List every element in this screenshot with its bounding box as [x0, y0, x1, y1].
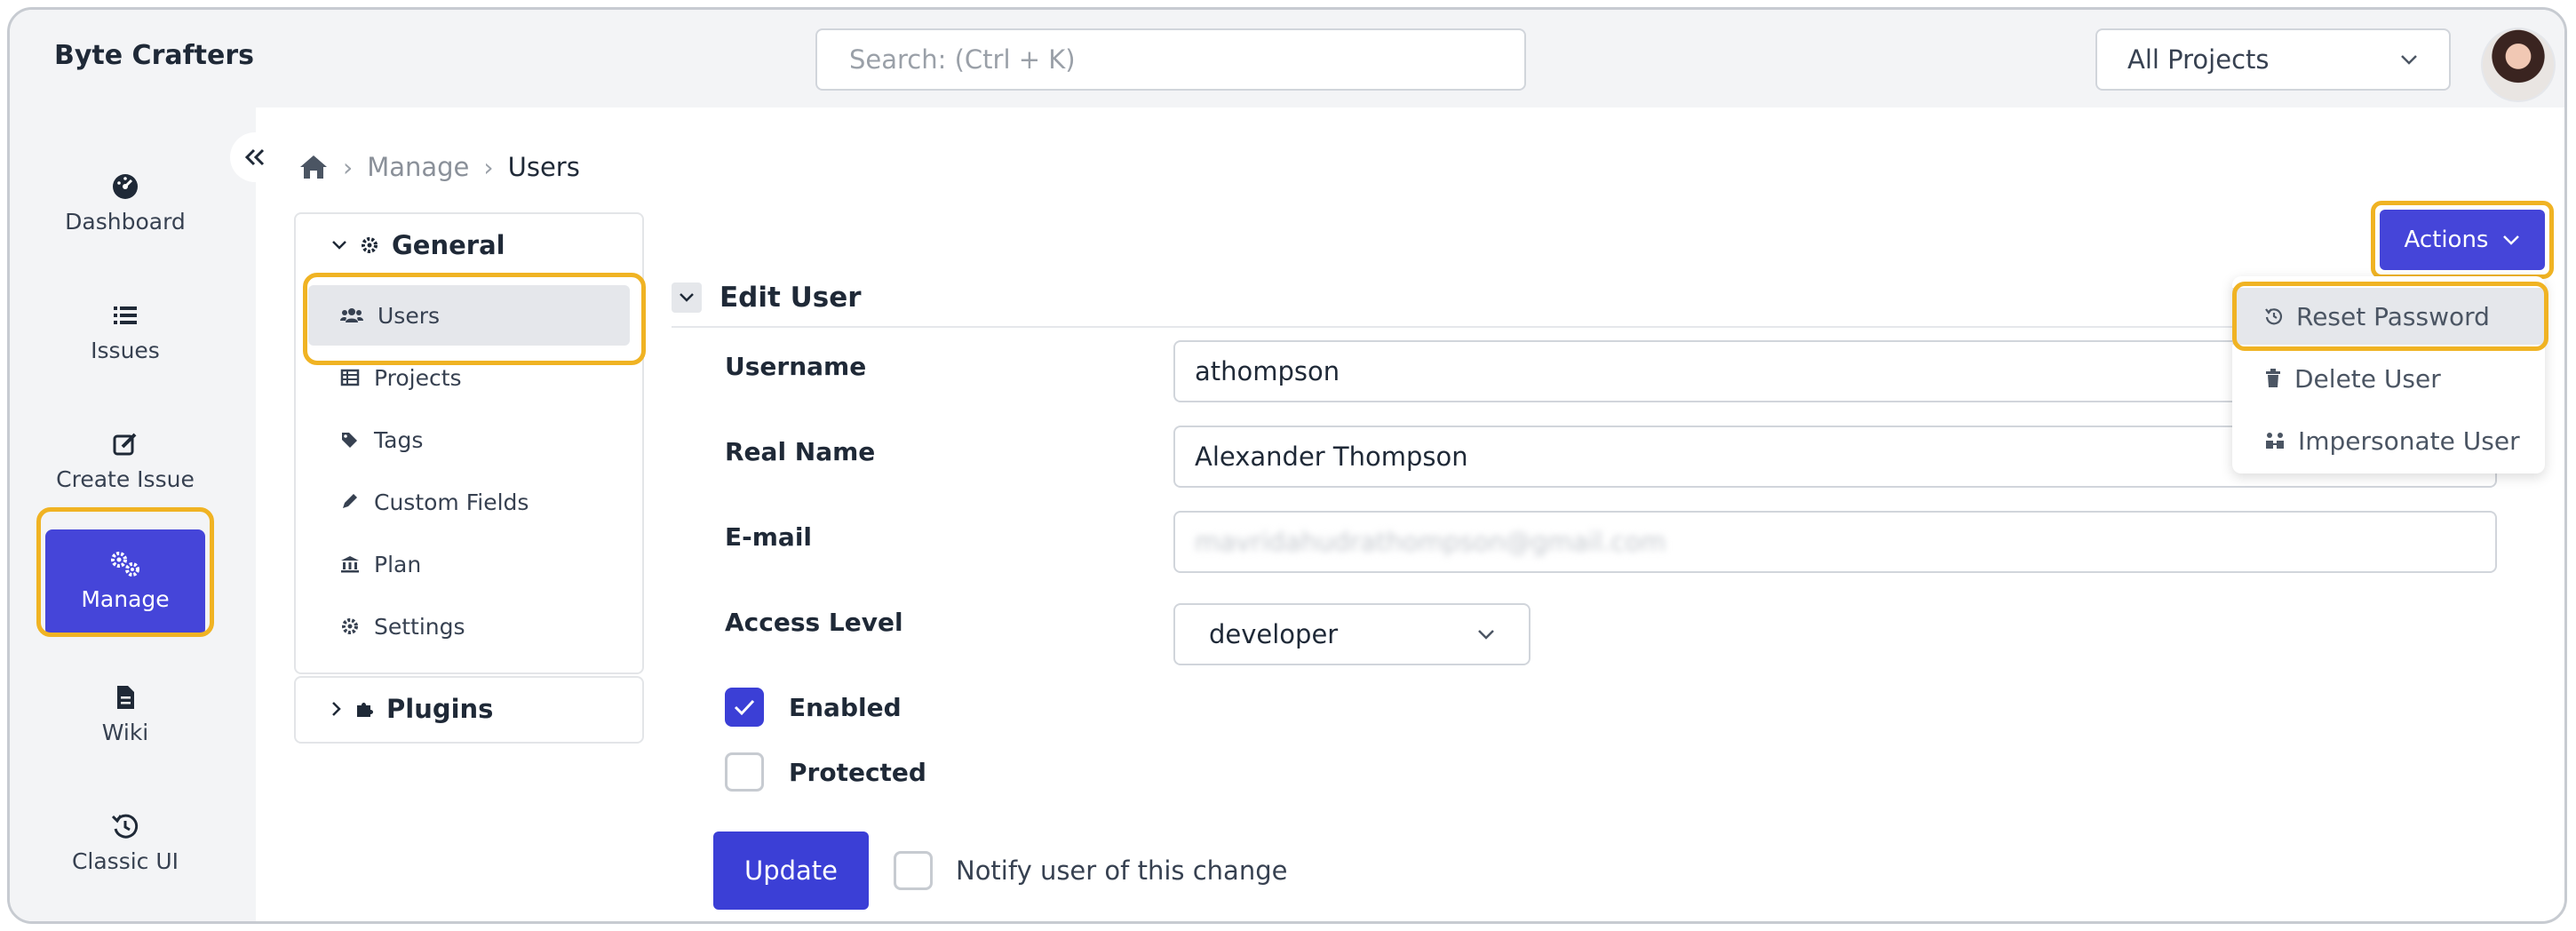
- gear-icon: [340, 617, 360, 636]
- double-chevron-left-icon: [243, 147, 266, 167]
- enabled-checkbox[interactable]: [725, 688, 764, 727]
- menu-item-impersonate-user[interactable]: Impersonate User: [2232, 412, 2545, 469]
- section-plugins-toggle[interactable]: Plugins: [331, 694, 493, 724]
- protected-label: Protected: [789, 757, 926, 787]
- breadcrumb-users: Users: [507, 152, 580, 182]
- sidebar-item-settings[interactable]: Settings: [308, 596, 630, 656]
- brand-name: Byte Crafters: [54, 40, 254, 71]
- menu-item-label: Impersonate User: [2298, 426, 2520, 456]
- chevron-down-icon: [672, 282, 702, 313]
- puzzle-icon: [354, 699, 374, 719]
- sidebar-item-label: Projects: [374, 364, 462, 391]
- highlight-outline: [303, 273, 646, 365]
- section-plugins-label: Plugins: [386, 694, 494, 724]
- file-icon: [45, 682, 205, 712]
- breadcrumb: › Manage › Users: [298, 152, 580, 182]
- sidebar-item-label: Plan: [374, 551, 422, 577]
- bank-icon: [340, 555, 360, 573]
- notify-checkbox-row[interactable]: Notify user of this change: [894, 851, 1287, 890]
- edit-user-header[interactable]: Edit User: [672, 282, 862, 314]
- project-select[interactable]: All Projects: [2095, 28, 2451, 91]
- pencil-icon: [340, 493, 360, 511]
- nav-label: Classic UI: [71, 848, 179, 874]
- section-general-toggle[interactable]: General: [331, 230, 505, 260]
- nav-classic-ui[interactable]: Classic UI: [45, 792, 205, 898]
- list-icon: [45, 300, 205, 330]
- sidebar-item-label: Settings: [374, 613, 465, 640]
- nav-dashboard[interactable]: Dashboard: [45, 152, 205, 259]
- highlight-outline: [2232, 282, 2548, 351]
- protected-checkbox-row[interactable]: Protected: [725, 752, 926, 792]
- home-icon[interactable]: [298, 154, 329, 180]
- chevron-down-icon: [2399, 53, 2419, 66]
- trash-icon: [2264, 369, 2282, 388]
- highlight-outline: [2371, 201, 2554, 279]
- sidebar-item-label: Tags: [374, 426, 424, 453]
- nav-label: Issues: [91, 338, 160, 363]
- divider: [672, 326, 2501, 328]
- project-select-value: All Projects: [2127, 44, 2270, 75]
- avatar[interactable]: [2481, 28, 2556, 102]
- menu-item-label: Delete User: [2294, 363, 2441, 394]
- notify-checkbox[interactable]: [894, 851, 933, 890]
- user-switch-icon: [2264, 431, 2286, 450]
- nav-create-issue[interactable]: Create Issue: [45, 410, 205, 516]
- chevron-right-icon: ›: [483, 152, 494, 182]
- history-icon: [45, 811, 205, 841]
- email-field[interactable]: mavridahudrathompson@gmail.com: [1173, 511, 2497, 573]
- gear-icon: [360, 235, 379, 255]
- chevron-down-icon: [331, 240, 347, 251]
- menu-item-delete-user[interactable]: Delete User: [2232, 350, 2545, 407]
- sidebar-item-custom-fields[interactable]: Custom Fields: [308, 472, 630, 532]
- tags-icon: [340, 431, 360, 449]
- sidebar-item-plan[interactable]: Plan: [308, 534, 630, 594]
- edit-user-title: Edit User: [720, 282, 862, 314]
- access-level-value: developer: [1209, 619, 1339, 649]
- table-icon: [340, 369, 360, 386]
- top-bar: Byte Crafters Search: (Ctrl + K) All Pro…: [10, 10, 2564, 107]
- realname-label: Real Name: [725, 437, 876, 466]
- collapse-sidebar-button[interactable]: [230, 132, 280, 182]
- enabled-label: Enabled: [789, 692, 902, 722]
- section-general-label: General: [392, 230, 505, 260]
- access-level-label: Access Level: [725, 608, 903, 637]
- plugins-panel: Plugins: [294, 676, 644, 744]
- protected-checkbox[interactable]: [725, 752, 764, 792]
- chevron-right-icon: ›: [343, 152, 354, 182]
- edit-icon: [45, 429, 205, 459]
- chevron-right-icon: [331, 701, 342, 717]
- nav-label: Dashboard: [65, 209, 186, 235]
- nav-wiki[interactable]: Wiki: [45, 663, 205, 769]
- breadcrumb-manage[interactable]: Manage: [367, 152, 469, 182]
- nav-label: Create Issue: [56, 466, 195, 492]
- nav-label: Wiki: [101, 720, 149, 745]
- update-button[interactable]: Update: [713, 832, 869, 910]
- highlight-outline: [36, 507, 214, 637]
- app-window: Byte Crafters Search: (Ctrl + K) All Pro…: [7, 7, 2567, 924]
- enabled-checkbox-row[interactable]: Enabled: [725, 688, 902, 727]
- email-label: E-mail: [725, 522, 813, 552]
- nav-issues[interactable]: Issues: [45, 281, 205, 387]
- chevron-down-icon: [1477, 629, 1495, 640]
- notify-label: Notify user of this change: [956, 855, 1288, 886]
- email-value: mavridahudrathompson@gmail.com: [1195, 527, 1666, 557]
- sidebar-item-tags[interactable]: Tags: [308, 410, 630, 470]
- search-input[interactable]: Search: (Ctrl + K): [815, 28, 1526, 91]
- dashboard-icon: [45, 171, 205, 202]
- sidebar-item-label: Custom Fields: [374, 489, 529, 515]
- username-label: Username: [725, 352, 867, 381]
- access-level-select[interactable]: developer: [1173, 603, 1530, 665]
